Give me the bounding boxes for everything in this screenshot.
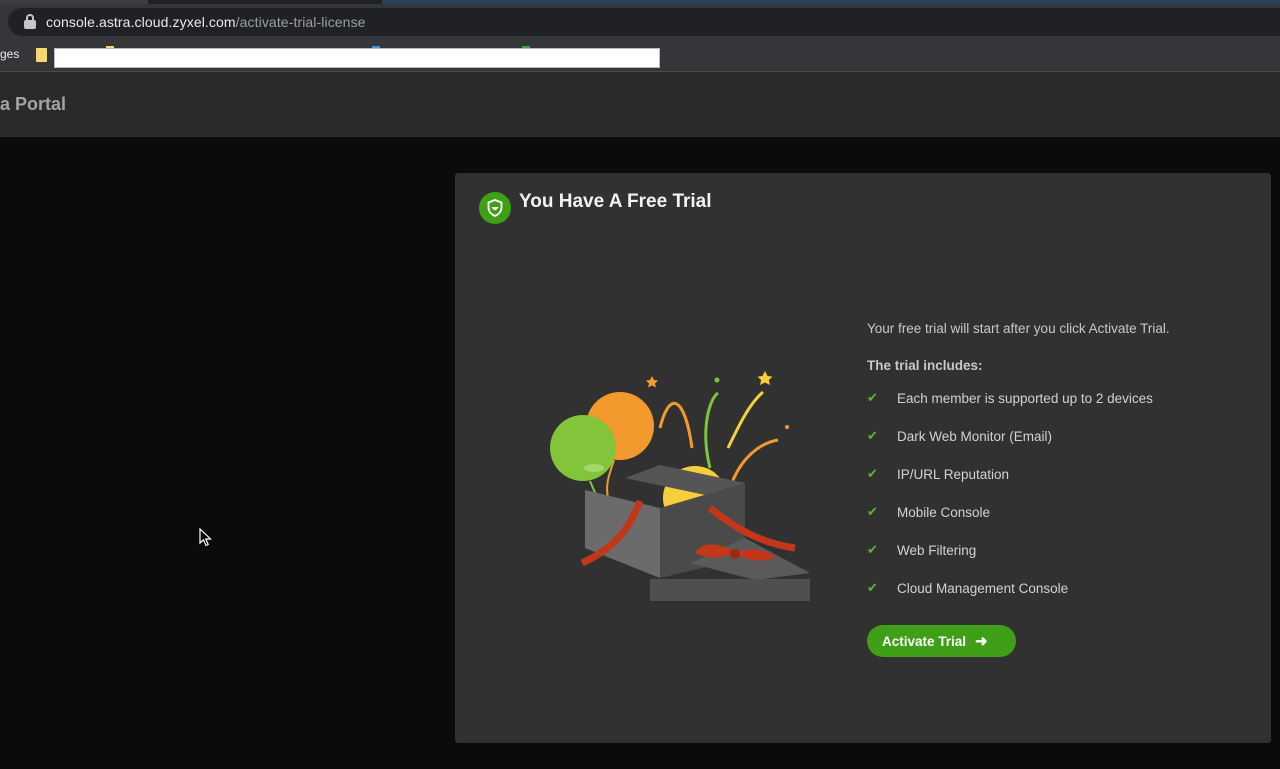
check-icon: ✔ [867,504,878,519]
trial-info: Your free trial will start after you cli… [867,321,1257,657]
shield-icon [479,192,511,224]
check-icon: ✔ [867,542,878,557]
browser-address-row: console.astra.cloud.zyxel.com/activate-t… [0,0,1280,40]
check-icon: ✔ [867,466,878,481]
trial-includes-label: The trial includes: [867,358,983,373]
feature-label: Web Filtering [897,542,977,558]
list-item: ✔ Each member is supported up to 2 device… [867,379,1257,417]
bookmarks-bar: ges [0,40,1280,72]
folder-icon[interactable] [36,48,47,62]
tab-strip [0,0,1280,4]
card-title: You Have A Free Trial [519,191,712,212]
redacted-bookmarks [54,48,660,68]
activate-trial-button[interactable]: Activate Trial ➜ [867,625,1016,657]
url-text[interactable]: console.astra.cloud.zyxel.com/activate-t… [46,14,366,30]
mouse-cursor-icon [199,528,212,547]
check-icon: ✔ [867,428,878,443]
lock-icon[interactable] [22,13,40,31]
list-item: ✔ Web Filtering [867,531,1257,569]
feature-label: Each member is supported up to 2 devices [897,390,1153,406]
list-item: ✔ IP/URL Reputation [867,455,1257,493]
address-bar[interactable]: console.astra.cloud.zyxel.com/activate-t… [8,8,1280,36]
feature-label: Dark Web Monitor (Email) [897,428,1053,444]
free-trial-card: You Have A Free Trial Your free trial wi [455,173,1271,743]
list-item: ✔ Dark Web Monitor (Email) [867,417,1257,455]
portal-title: a Portal [0,94,67,114]
feature-label: IP/URL Reputation [897,466,1010,482]
feature-label: Cloud Management Console [897,580,1069,596]
bookmark-apps-label[interactable]: ges [0,47,19,61]
tab-edge-active [382,0,1280,4]
list-item: ✔ Mobile Console [867,493,1257,531]
url-host: console.astra.cloud.zyxel.com [46,14,236,30]
activate-trial-label: Activate Trial [882,633,967,649]
feature-list: ✔ Each member is supported up to 2 device… [867,379,1257,607]
list-item: ✔ Cloud Management Console [867,569,1257,607]
url-path: /activate-trial-license [235,14,366,30]
check-icon: ✔ [867,390,878,405]
check-icon: ✔ [867,580,878,595]
gift-illustration [550,371,810,601]
feature-label: Mobile Console [897,504,991,520]
portal-header: a Portal [0,72,1280,137]
tab-edge [0,0,148,4]
trial-intro-text: Your free trial will start after you cli… [867,321,1170,336]
arrow-right-icon: ➜ [975,633,988,650]
